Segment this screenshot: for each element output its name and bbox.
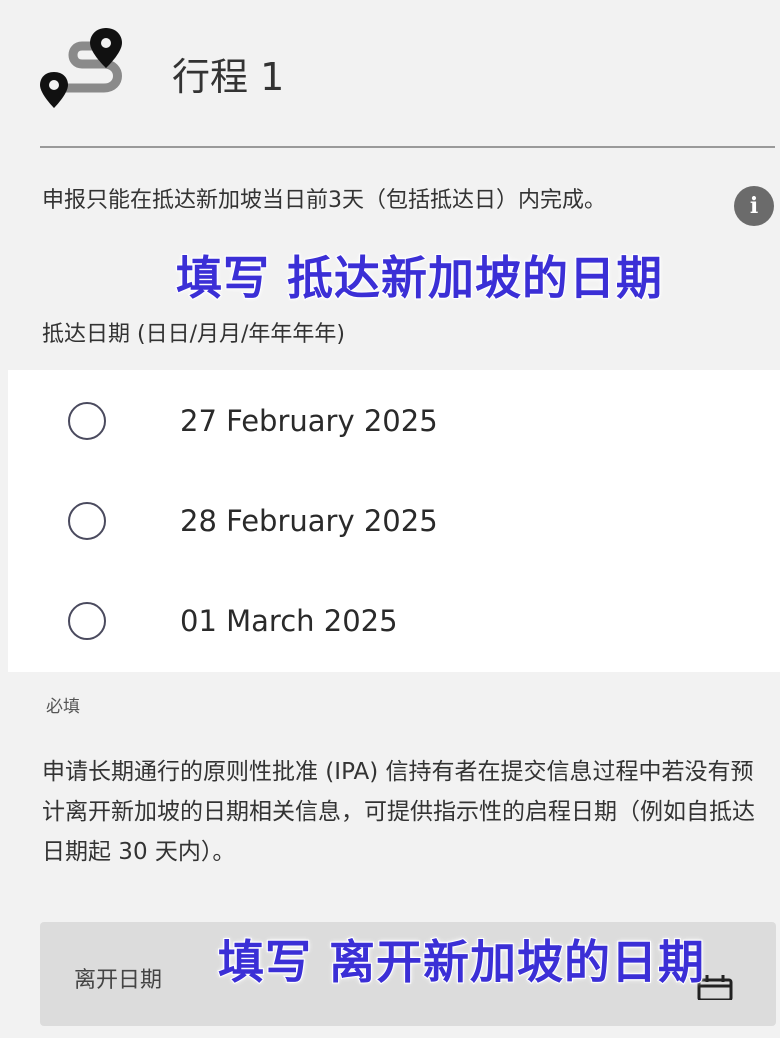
trip-header: 行程 1 — [0, 0, 780, 148]
arrival-option-3[interactable]: 01 March 2025 — [8, 570, 780, 670]
arrival-caption-overlay: 填写 抵达新加坡的日期 — [175, 250, 664, 306]
declaration-notice: 申报只能在抵达新加坡当日前3天（包括抵达日）内完成。 — [42, 188, 606, 213]
required-label: 必填 — [46, 697, 80, 717]
route-pins-icon — [40, 28, 122, 108]
arrival-option-label: 28 February 2025 — [180, 504, 438, 538]
trip-title: 行程 1 — [172, 55, 285, 99]
ipa-note: 申请长期通行的原则性批准 (IPA) 信持有者在提交信息过程中若没有预计离开新加… — [42, 759, 755, 865]
arrival-option-label: 01 March 2025 — [180, 604, 398, 638]
radio-button[interactable] — [68, 502, 106, 540]
header-divider — [40, 146, 775, 148]
arrival-option-2[interactable]: 28 February 2025 — [8, 470, 780, 570]
arrival-option-1[interactable]: 27 February 2025 — [8, 370, 780, 470]
radio-button[interactable] — [68, 402, 106, 440]
arrival-option-label: 27 February 2025 — [180, 404, 438, 438]
arrival-date-label: 抵达日期 (日日/月月/年年年年) — [42, 322, 345, 347]
arrival-date-options: 27 February 2025 28 February 2025 01 Mar… — [8, 370, 780, 672]
radio-button[interactable] — [68, 602, 106, 640]
departure-caption-overlay: 填写 离开新加坡的日期 — [217, 934, 706, 990]
departure-date-label: 离开日期 — [74, 968, 163, 993]
info-icon[interactable]: i — [734, 186, 774, 226]
